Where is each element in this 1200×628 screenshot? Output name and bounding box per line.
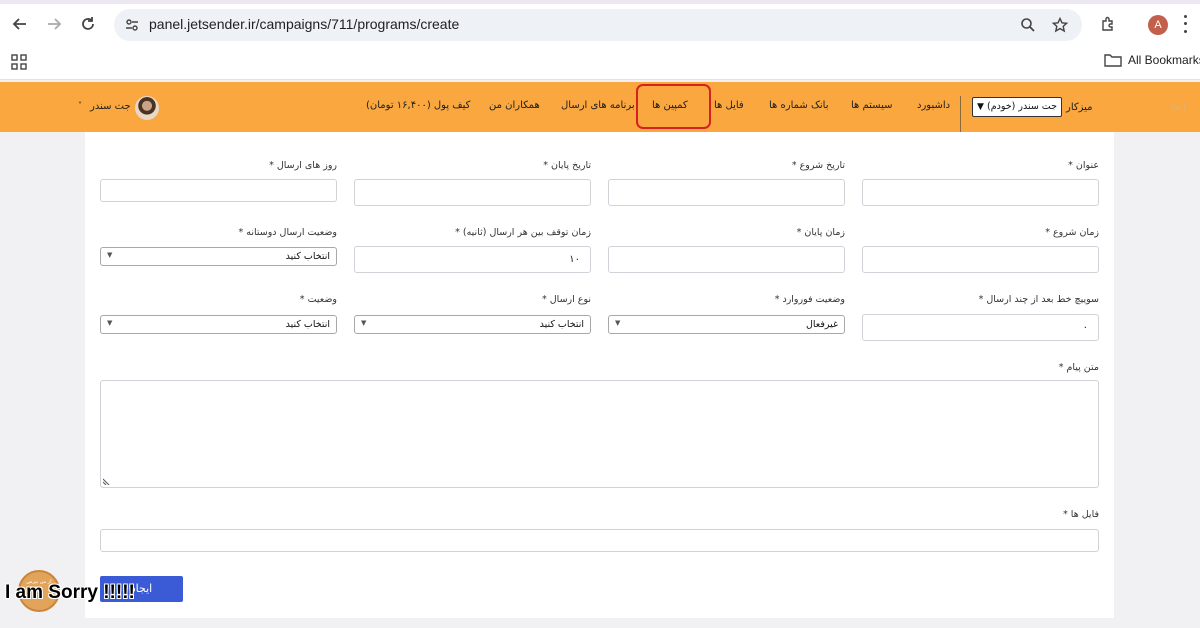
- send-days-label: روز های ارسال *: [269, 160, 337, 171]
- friendly-label: وضعیت ارسال دوستانه *: [238, 227, 337, 238]
- apps-grid-icon[interactable]: [10, 53, 28, 71]
- switch-label: سوییچ خط بعد از چند ارسال *: [978, 294, 1099, 305]
- workspace-label: میزکار: [1066, 102, 1093, 113]
- folder-icon: [1104, 54, 1122, 67]
- header-ghost-text: ایجا: [1171, 102, 1187, 113]
- dropdown-arrow-icon: ▼: [107, 319, 113, 327]
- end-date-input[interactable]: [354, 179, 591, 206]
- forward-label: وضعیت فوروارد *: [774, 294, 845, 305]
- nav-number-bank[interactable]: بانک شماره ها: [769, 100, 829, 111]
- status-select[interactable]: انتخاب کنید ▼: [100, 315, 337, 334]
- resize-grip-icon[interactable]: [103, 478, 110, 485]
- end-time-input[interactable]: [608, 246, 845, 273]
- browser-menu-icon[interactable]: [1182, 13, 1188, 35]
- dropdown-arrow-icon: ▼: [107, 251, 113, 259]
- title-input[interactable]: [862, 179, 1099, 206]
- nav-colleagues[interactable]: همکاران من: [489, 100, 540, 111]
- extensions-icon[interactable]: [1096, 12, 1120, 36]
- nav-files[interactable]: فایل ها: [714, 100, 744, 111]
- friendly-value: انتخاب کنید: [285, 251, 330, 262]
- user-name[interactable]: جت سندر: [90, 101, 131, 112]
- forward-icon[interactable]: [42, 12, 66, 36]
- dropdown-arrow-icon: ▼: [615, 319, 621, 327]
- nav-send-programs[interactable]: برنامه های ارسال: [561, 100, 635, 111]
- zoom-icon[interactable]: [1016, 13, 1040, 37]
- switch-value: ۰: [1082, 322, 1088, 333]
- end-date-label: تاریخ پایان *: [543, 160, 591, 171]
- title-label: عنوان *: [1068, 160, 1099, 171]
- pause-value: ۱۰: [569, 254, 580, 265]
- url-text: panel.jetsender.ir/campaigns/711/program…: [149, 16, 460, 32]
- address-bar[interactable]: panel.jetsender.ir/campaigns/711/program…: [114, 9, 1082, 41]
- send-days-input[interactable]: [100, 179, 337, 202]
- bookmarks-bar: All Bookmarks: [0, 44, 1200, 80]
- site-info-icon[interactable]: [120, 13, 144, 37]
- user-menu-chevron-icon[interactable]: ˅: [78, 101, 82, 110]
- browser-toolbar: panel.jetsender.ir/campaigns/711/program…: [0, 4, 1200, 44]
- header-divider: [960, 96, 961, 132]
- message-label: متن پیام *: [1058, 362, 1099, 373]
- files-input[interactable]: [100, 529, 1099, 552]
- reload-icon[interactable]: [76, 12, 100, 36]
- send-type-label: نوع ارسال *: [542, 294, 591, 305]
- nav-dashboard[interactable]: داشبورد: [917, 100, 950, 111]
- all-bookmarks-label: All Bookmarks: [1128, 53, 1200, 67]
- nav-systems[interactable]: سیستم ها: [851, 100, 893, 111]
- forward-select[interactable]: غیرفعال ▼: [608, 315, 845, 334]
- start-date-label: تاریخ شروع *: [791, 160, 845, 171]
- friendly-select[interactable]: انتخاب کنید ▼: [100, 247, 337, 266]
- switch-input[interactable]: ۰: [862, 314, 1099, 341]
- message-textarea[interactable]: [100, 380, 1099, 488]
- send-type-value: انتخاب کنید: [539, 319, 584, 330]
- chevron-down-icon: ▼: [977, 102, 984, 112]
- workspace-selected-value: جت سندر (خودم): [987, 101, 1057, 112]
- pause-input[interactable]: ۱۰: [354, 246, 591, 273]
- profile-avatar[interactable]: A: [1148, 15, 1168, 35]
- dropdown-arrow-icon: ▼: [361, 319, 367, 327]
- nav-wallet[interactable]: کیف پول (۱۶,۴۰۰ تومان): [366, 100, 470, 111]
- status-label: وضعیت *: [299, 294, 337, 305]
- start-date-input[interactable]: [608, 179, 845, 206]
- pause-label: زمان توقف بین هر ارسال (ثانیه) *: [455, 227, 591, 238]
- user-avatar[interactable]: [135, 96, 159, 120]
- workspace-select[interactable]: جت سندر (خودم) ▼: [972, 97, 1062, 117]
- files-label: فایل ها *: [1063, 509, 1099, 520]
- status-value: انتخاب کنید: [285, 319, 330, 330]
- back-icon[interactable]: [8, 12, 32, 36]
- active-nav-highlight: [636, 84, 711, 129]
- end-time-label: زمان پایان *: [796, 227, 845, 238]
- all-bookmarks-button[interactable]: All Bookmarks: [1104, 53, 1200, 67]
- forward-value: غیرفعال: [806, 319, 838, 330]
- start-time-label: زمان شروع *: [1045, 227, 1099, 238]
- start-time-input[interactable]: [862, 246, 1099, 273]
- overlay-caption: I am Sorry !!!!!: [5, 582, 135, 603]
- send-type-select[interactable]: انتخاب کنید ▼: [354, 315, 591, 334]
- bookmark-star-icon[interactable]: [1048, 13, 1072, 37]
